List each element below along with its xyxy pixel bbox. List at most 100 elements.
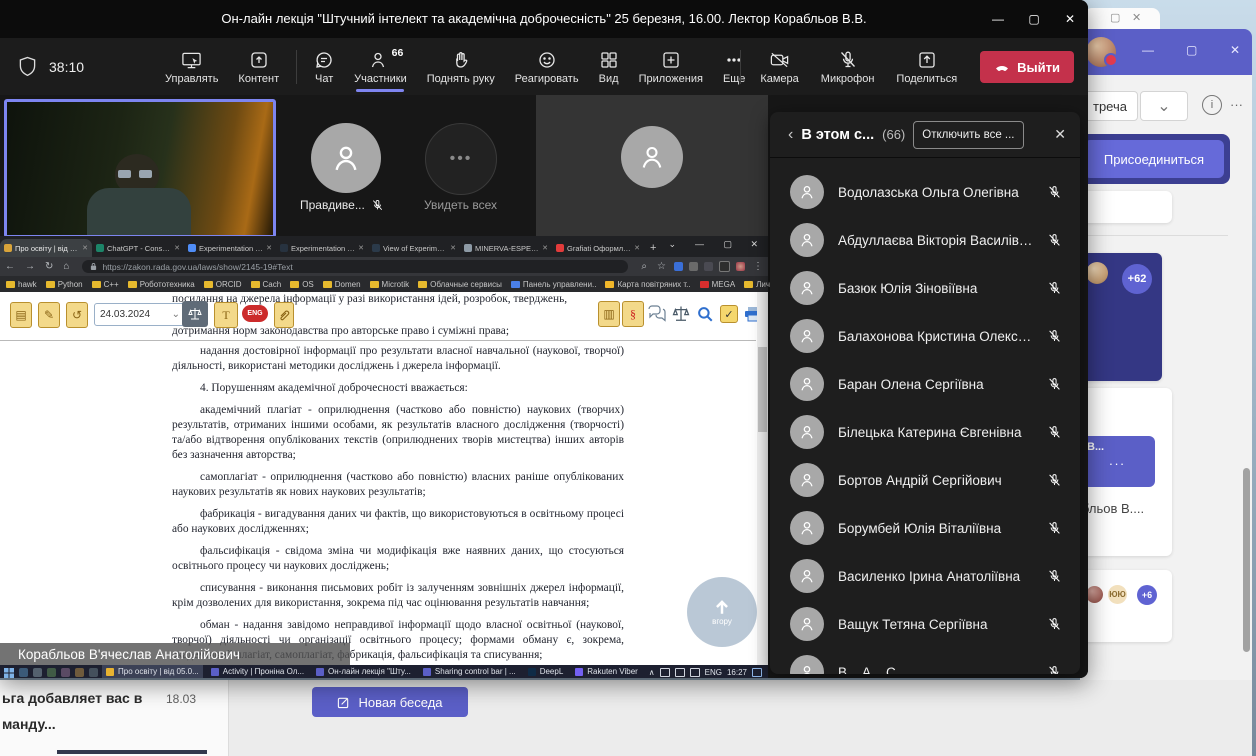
scrollbar-track[interactable] — [757, 292, 768, 665]
close-panel-icon[interactable]: ✕ — [1054, 126, 1066, 143]
doc-card-button[interactable]: ▥ — [598, 302, 620, 326]
meeting-tab-label[interactable]: треча — [1082, 91, 1138, 121]
notifications-icon[interactable] — [752, 668, 762, 677]
participant-row[interactable]: Бортов Андрій Сергійович — [770, 456, 1080, 504]
mic-off-icon[interactable] — [1047, 665, 1062, 675]
extension-icon[interactable] — [674, 262, 683, 271]
taskbar-app-button[interactable]: Он-лайн лекція "Шту... — [312, 665, 415, 678]
search-button[interactable] — [694, 302, 716, 326]
back-icon[interactable]: ‹ — [788, 126, 793, 144]
close-tab-icon[interactable]: ✕ — [358, 244, 364, 252]
bookmark-item[interactable]: hawk — [6, 280, 37, 289]
message-bubble[interactable]: В... ... — [1080, 436, 1155, 487]
participant-row[interactable]: Балахонова Кристина Олексан... — [770, 312, 1080, 360]
mic-tray-icon[interactable] — [660, 668, 670, 677]
taskbar-app-button[interactable]: Rakuten Viber — [571, 665, 642, 678]
clock[interactable]: 16:27 — [727, 668, 747, 677]
more-icon[interactable]: ··· — [1230, 97, 1243, 112]
browser-tab[interactable]: View of Experimenta ✕ — [368, 239, 460, 257]
browser-tab[interactable]: Experimentation and ✕ — [276, 239, 368, 257]
view-button[interactable]: Вид — [590, 42, 628, 92]
react-button[interactable]: Реагировать — [506, 42, 588, 92]
chevron-down-icon[interactable]: ⌄ — [1140, 91, 1188, 121]
windows-start-icon[interactable] — [4, 668, 14, 678]
participant-row[interactable]: Абдуллаєва Вікторія Василівна — [770, 216, 1080, 264]
maximize-icon[interactable]: ▢ — [723, 239, 732, 250]
new-tab-icon[interactable]: + — [650, 242, 656, 254]
info-icon[interactable]: i — [1202, 95, 1222, 115]
chat-button[interactable]: Чат — [305, 42, 343, 92]
select-button[interactable]: ✓ — [718, 302, 740, 326]
chat-preview-line[interactable]: манду... — [2, 716, 56, 732]
keyboard-language[interactable]: ENG — [705, 668, 722, 677]
bookmark-item[interactable]: Microtik — [370, 280, 410, 289]
extension-icon[interactable] — [704, 262, 713, 271]
minimize-icon[interactable]: — — [695, 239, 704, 249]
close-icon[interactable]: ✕ — [1052, 0, 1088, 38]
pinned-app-icon[interactable] — [61, 668, 70, 677]
pinned-app-icon[interactable] — [89, 668, 98, 677]
mic-off-icon[interactable] — [1047, 473, 1062, 488]
participant-video-tile[interactable] — [536, 95, 768, 236]
see-all-tile[interactable]: ••• — [425, 123, 497, 195]
pinned-app-icon[interactable] — [33, 668, 42, 677]
url-bar[interactable]: https://zakon.rada.gov.ua/laws/show/2145… — [82, 260, 628, 273]
bookmark-item[interactable]: ORCID — [204, 280, 242, 289]
mic-off-icon[interactable] — [1047, 329, 1062, 344]
maximize-icon[interactable]: ▢ — [1016, 0, 1052, 38]
participant-row[interactable]: Базюк Юлія Зіновіївна — [770, 264, 1080, 312]
close-tab-icon[interactable]: ✕ — [634, 244, 640, 252]
apps-button[interactable]: Приложения — [630, 42, 712, 92]
participant-video-tile[interactable] — [311, 123, 381, 193]
manage-button[interactable]: Управлять — [156, 42, 227, 92]
pinned-app-icon[interactable] — [75, 668, 84, 677]
participant-row[interactable]: Ващук Тетяна Сергіївна — [770, 600, 1080, 648]
participant-row[interactable]: Білецька Катерина Євгенівна — [770, 408, 1080, 456]
bookmark-item[interactable]: C++ — [92, 280, 119, 289]
scrollbar-thumb[interactable] — [1243, 468, 1250, 652]
browser-menu-icon[interactable]: ⋮ — [753, 261, 763, 272]
chevron-down-icon[interactable]: ⌄ — [668, 239, 676, 250]
bookmark-item[interactable]: Облачные сервисы — [418, 280, 502, 289]
bookmark-item[interactable]: Cach — [251, 280, 282, 289]
mute-all-button[interactable]: Отключить все ... — [913, 121, 1023, 149]
taskbar-app-button[interactable]: Sharing control bar | ... — [419, 665, 520, 678]
browser-tab[interactable]: Про освіту | від 05.0 ✕ — [0, 239, 92, 257]
minimize-icon[interactable]: — — [1142, 43, 1154, 57]
scrollbar-thumb[interactable] — [758, 347, 767, 432]
leave-button[interactable]: Выйти — [980, 51, 1074, 83]
participants-button[interactable]: 66 Участники — [345, 42, 416, 92]
close-tab-icon[interactable]: ✕ — [450, 244, 456, 252]
profile-avatar[interactable] — [736, 262, 745, 271]
browser-tab[interactable]: ChatGPT - Consensus ✕ — [92, 239, 184, 257]
close-icon[interactable]: ✕ — [750, 239, 758, 250]
compare-button[interactable] — [670, 302, 692, 326]
close-tab-icon[interactable]: ✕ — [82, 244, 88, 252]
doc-save-icon[interactable]: ▤ — [10, 302, 32, 328]
mic-off-icon[interactable] — [1047, 377, 1062, 392]
minimize-icon[interactable]: — — [980, 0, 1016, 38]
bookmark-item[interactable]: Робототехника — [128, 280, 195, 289]
volume-tray-icon[interactable] — [690, 668, 700, 677]
share-button[interactable]: Поделиться — [887, 42, 966, 92]
bookmark-item[interactable]: Domen — [323, 280, 361, 289]
taskbar-app-button[interactable]: DeepL — [524, 665, 568, 678]
scroll-to-top-button[interactable]: вгору — [687, 577, 757, 647]
home-icon[interactable]: ⌂ — [63, 261, 69, 272]
new-chat-button[interactable]: Новая беседа — [312, 687, 468, 717]
close-tab-icon[interactable]: ✕ — [174, 244, 180, 252]
bookmark-item[interactable]: Панель управлени.. — [511, 280, 597, 289]
legal-status-button[interactable] — [182, 301, 208, 327]
join-button[interactable]: Присоединиться — [1084, 140, 1224, 178]
participant-row[interactable]: Водолазська Ольга Олегівна — [770, 168, 1080, 216]
maximize-icon[interactable]: ▢ — [1186, 43, 1197, 57]
taskbar-app-button[interactable]: Activity | Проніна Ол... — [207, 665, 308, 678]
participant-row[interactable]: Борумбей Юлія Віталіївна — [770, 504, 1080, 552]
mic-off-icon[interactable] — [1047, 233, 1062, 248]
revision-date-select[interactable]: 24.03.2024 ⌄ — [94, 303, 186, 326]
group-card[interactable]: ЮЮ +6 — [1080, 570, 1172, 642]
doc-history-icon[interactable]: ↺ — [66, 302, 88, 328]
participant-row[interactable]: Баран Олена Сергіївна — [770, 360, 1080, 408]
raise-hand-button[interactable]: Поднять руку — [418, 42, 504, 92]
mic-off-icon[interactable] — [1047, 617, 1062, 632]
